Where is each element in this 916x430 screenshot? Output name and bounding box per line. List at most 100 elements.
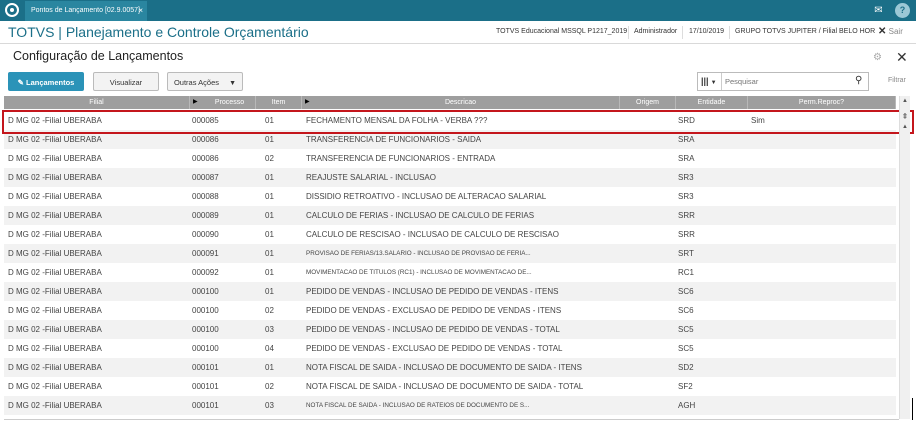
- close-icon[interactable]: ✕: [896, 49, 908, 66]
- logout-label: Sair: [888, 27, 903, 36]
- cell-filial: D MG 02 -Filial UBERABA: [8, 268, 102, 277]
- cell-item: 01: [265, 287, 274, 296]
- divider: [729, 26, 730, 39]
- filtrar-button[interactable]: Filtrar: [888, 77, 906, 84]
- cell-origem: [624, 111, 676, 130]
- cell-descricao: FECHAMENTO MENSAL DA FOLHA - VERBA ???: [306, 116, 488, 125]
- cell-item: 02: [265, 306, 274, 315]
- cell-descricao: MOVIMENTACAO DE TITULOS (RC1) - INCLUSAO…: [306, 269, 532, 276]
- table-row[interactable]: D MG 02 -Filial UBERABA 000091 01 PROVISAO …: [4, 244, 896, 263]
- table-row[interactable]: D MG 02 -Filial UBERABA 000100 01 PEDIDO DE…: [4, 282, 896, 301]
- cell-descricao: PEDIDO DE VENDAS - EXCLUSAO DE PEDIDO DE…: [306, 306, 562, 315]
- vertical-scrollbar[interactable]: ▲ ⇞ ▲: [899, 96, 910, 419]
- cell-filial: D MG 02 -Filial UBERABA: [8, 135, 102, 144]
- tab-label: Pontos de Lançamento [02.9.0057]: [31, 7, 140, 14]
- table-row[interactable]: D MG 02 -Filial UBERABA 000089 01 CALCULO D…: [4, 206, 896, 225]
- mail-icon[interactable]: ✉: [871, 3, 886, 18]
- search-icon[interactable]: ⚲: [855, 75, 862, 86]
- cell-origem: [624, 339, 676, 358]
- column-header-entidade[interactable]: Entidade: [676, 96, 748, 109]
- table-row[interactable]: D MG 02 -Filial UBERABA 000090 01 CALCULO D…: [4, 225, 896, 244]
- visualizar-button[interactable]: Visualizar: [93, 72, 159, 91]
- cell-perm: [751, 206, 891, 225]
- scroll-top-icon[interactable]: ⇞: [900, 112, 910, 122]
- cell-processo: 000088: [192, 192, 219, 201]
- cell-processo: 000086: [192, 154, 219, 163]
- table-row[interactable]: D MG 02 -Filial UBERABA 000101 03 NOTA FISC…: [4, 396, 896, 415]
- column-header-descricao[interactable]: ▶ Descricao: [302, 96, 620, 109]
- cell-perm: [751, 130, 891, 149]
- cell-descricao: DISSIDIO RETROATIVO - INCLUSAO DE ALTERA…: [306, 192, 547, 201]
- chevron-down-icon: ▼: [229, 80, 237, 87]
- cell-origem: [624, 358, 676, 377]
- date-label: 17/10/2019: [689, 28, 725, 35]
- page-title: Configuração de Lançamentos: [13, 49, 184, 63]
- scroll-up-icon[interactable]: ▲: [900, 96, 910, 106]
- cell-filial: D MG 02 -Filial UBERABA: [8, 116, 102, 125]
- cell-filial: D MG 02 -Filial UBERABA: [8, 249, 102, 258]
- cell-descricao: PEDIDO DE VENDAS - INCLUSAO DE PEDIDO DE…: [306, 287, 559, 296]
- search-input[interactable]: [725, 73, 845, 90]
- column-header-perm-reproc[interactable]: Perm.Reproc?: [748, 96, 896, 109]
- column-header-descricao-label: Descricao: [444, 99, 477, 106]
- cell-item: 01: [265, 116, 274, 125]
- tab-close-icon[interactable]: ×: [138, 1, 143, 21]
- scroll-up-small-icon[interactable]: ▲: [900, 122, 910, 132]
- cell-descricao: PROVISAO DE FERIAS/13.SALARIO - INCLUSAO…: [306, 250, 531, 257]
- cell-entidade: SRA: [678, 135, 695, 144]
- cell-origem: [624, 206, 676, 225]
- table-row[interactable]: D MG 02 -Filial UBERABA 000100 03 PEDIDO DE…: [4, 320, 896, 339]
- cell-processo: 000100: [192, 344, 219, 353]
- lancamentos-button[interactable]: ✎ Lançamentos: [8, 72, 84, 91]
- cell-processo: 000100: [192, 306, 219, 315]
- table-row[interactable]: D MG 02 -Filial UBERABA 000100 02 PEDIDO DE…: [4, 301, 896, 320]
- table-row[interactable]: D MG 02 -Filial UBERABA 000085 01 FECHAMENT…: [4, 111, 896, 130]
- app-header: TOTVS | Planejamento e Controle Orçament…: [0, 21, 916, 44]
- table-row[interactable]: D MG 02 -Filial UBERABA 000087 01 REAJUSTE …: [4, 168, 896, 187]
- cell-item: 01: [265, 268, 274, 277]
- cell-entidade: SF2: [678, 382, 693, 391]
- gear-icon[interactable]: ⚙: [873, 52, 882, 63]
- visualizar-label: Visualizar: [109, 78, 143, 87]
- table-row[interactable]: D MG 02 -Filial UBERABA 000101 02 NOTA FISC…: [4, 377, 896, 396]
- table-row[interactable]: D MG 02 -Filial UBERABA 000088 01 DISSIDIO …: [4, 187, 896, 206]
- table-row[interactable]: D MG 02 -Filial UBERABA 000092 01 MOVIMENTA…: [4, 263, 896, 282]
- app-title: TOTVS | Planejamento e Controle Orçament…: [8, 24, 309, 40]
- cell-filial: D MG 02 -Filial UBERABA: [8, 230, 102, 239]
- tab-pontos-lancamento[interactable]: Pontos de Lançamento [02.9.0057] ×: [25, 1, 147, 21]
- cell-perm: [751, 301, 891, 320]
- cell-filial: D MG 02 -Filial UBERABA: [8, 173, 102, 182]
- search-field-selector[interactable]: ||| ▼: [698, 73, 722, 90]
- logout-button[interactable]: ✕ Sair: [878, 26, 903, 37]
- chevron-down-icon: ▼: [710, 80, 717, 86]
- cell-origem: [624, 149, 676, 168]
- table-row[interactable]: D MG 02 -Filial UBERABA 000086 01 TRANSFERE…: [4, 130, 896, 149]
- cell-item: 01: [265, 363, 274, 372]
- outras-acoes-button[interactable]: Outras Ações ▼: [167, 72, 243, 91]
- cell-perm: [751, 358, 891, 377]
- column-header-processo-label: Processo: [214, 99, 245, 106]
- cell-descricao: CALCULO DE RESCISAO - INCLUSAO DE CALCUL…: [306, 230, 559, 239]
- cell-origem: [624, 187, 676, 206]
- cell-entidade: SRD: [678, 116, 695, 125]
- cell-item: 02: [265, 154, 274, 163]
- sort-arrow-icon: ▶: [305, 99, 310, 105]
- column-header-processo[interactable]: ▶ Processo: [190, 96, 256, 109]
- environment-label: TOTVS Educacional MSSQL P1217_2019: [496, 28, 628, 35]
- cell-perm: Sim: [751, 116, 765, 125]
- column-header-item[interactable]: Item: [256, 96, 302, 109]
- table-row[interactable]: D MG 02 -Filial UBERABA 000086 02 TRANSFERE…: [4, 149, 896, 168]
- cell-perm: [751, 339, 891, 358]
- table-row[interactable]: D MG 02 -Filial UBERABA 000100 04 PEDIDO DE…: [4, 339, 896, 358]
- cell-processo: 000086: [192, 135, 219, 144]
- cell-filial: D MG 02 -Filial UBERABA: [8, 192, 102, 201]
- divider: [628, 26, 629, 39]
- divider: [682, 26, 683, 39]
- cell-filial: D MG 02 -Filial UBERABA: [8, 344, 102, 353]
- column-header-origem[interactable]: Origem: [620, 96, 676, 109]
- column-header-filial[interactable]: Filial: [4, 96, 190, 109]
- cell-descricao: TRANSFERENCIA DE FUNCIONARIOS - ENTRADA: [306, 154, 496, 163]
- help-icon[interactable]: ?: [895, 3, 910, 18]
- cell-descricao: NOTA FISCAL DE SAIDA - INCLUSAO DE DOCUM…: [306, 382, 584, 391]
- table-row[interactable]: D MG 02 -Filial UBERABA 000101 01 NOTA FISC…: [4, 358, 896, 377]
